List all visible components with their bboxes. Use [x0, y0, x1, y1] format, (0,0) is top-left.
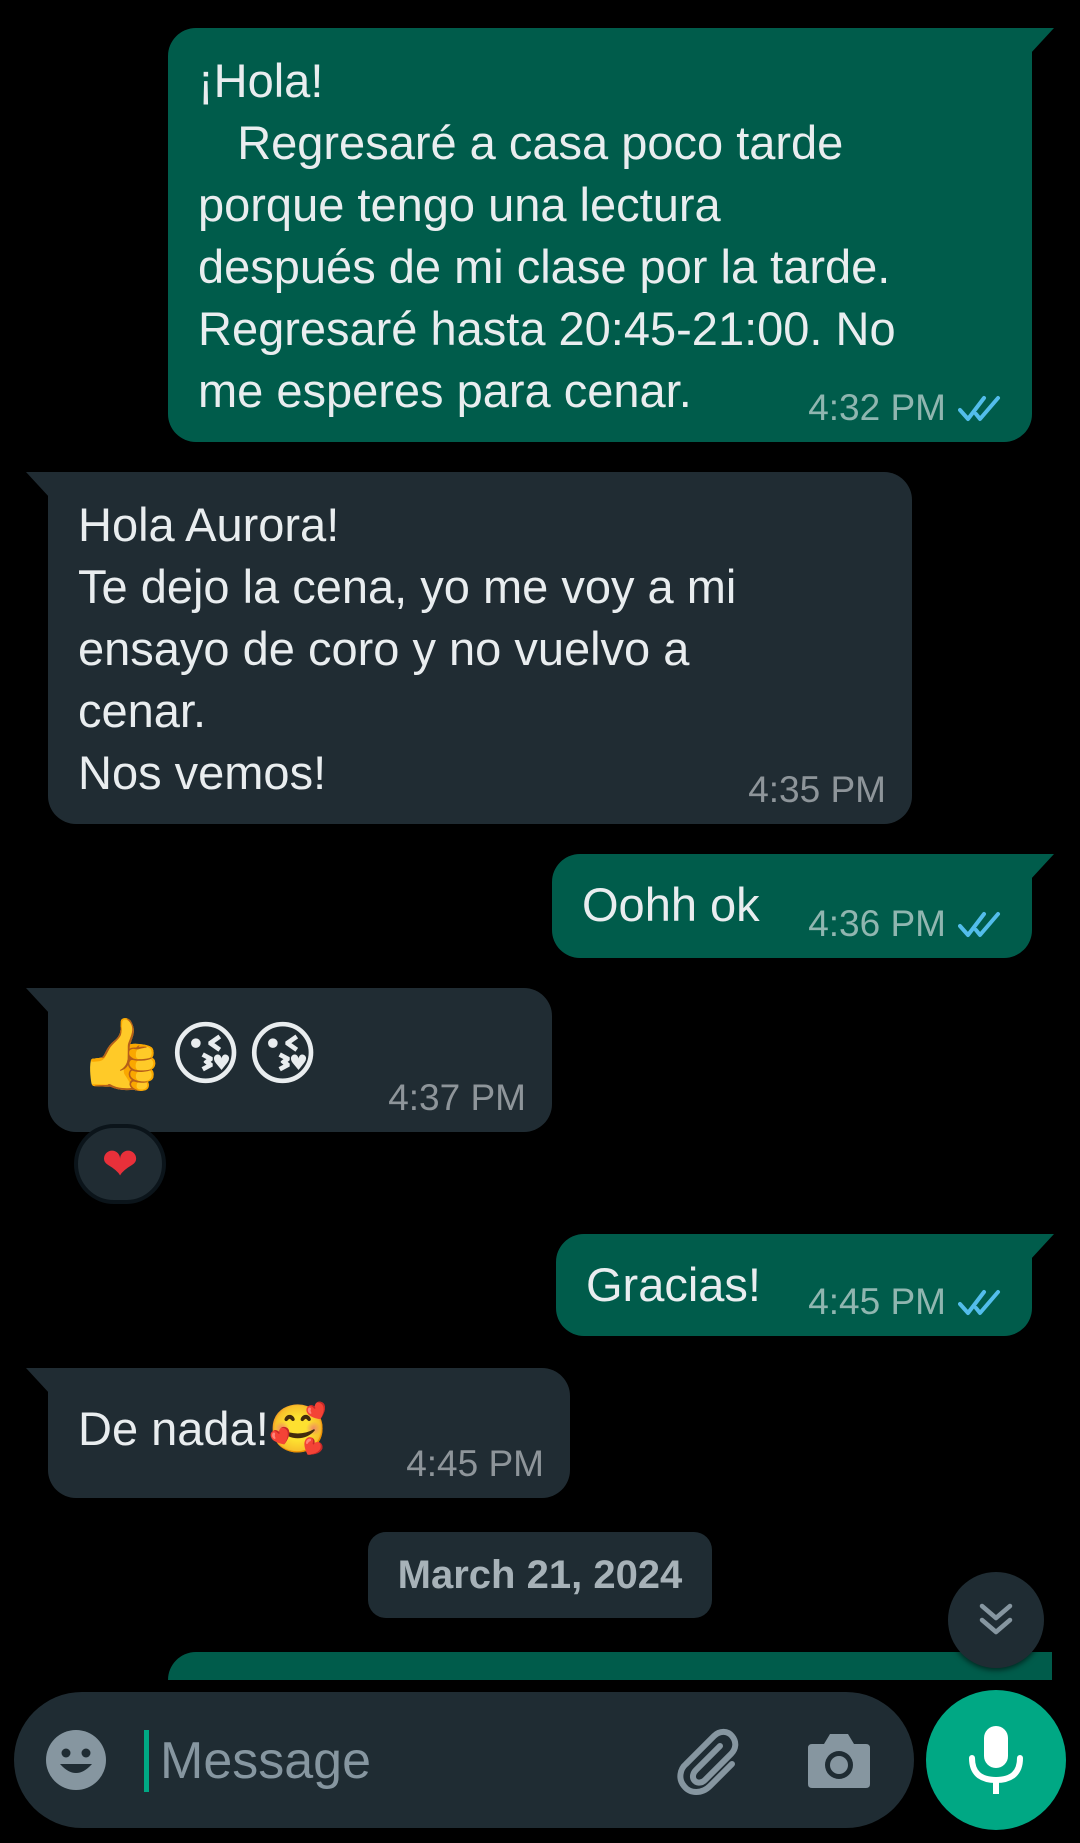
message-bubble-outgoing[interactable]: ¡Hola! Regresaré a casa poco tarde porqu…	[168, 28, 1054, 442]
message-text: ¡Hola! Regresaré a casa poco tarde porqu…	[198, 54, 896, 417]
message-time: 4:32 PM	[808, 387, 946, 428]
double-chevron-down-icon	[979, 1603, 1013, 1635]
text-caret	[144, 1730, 149, 1792]
message-meta: 4:37 PM	[388, 1078, 526, 1118]
chat-area[interactable]: ¡Hola! Regresaré a casa poco tarde porqu…	[0, 0, 1080, 1680]
emoji-icon[interactable]	[44, 1728, 108, 1792]
scroll-to-bottom-button[interactable]	[948, 1572, 1044, 1668]
message-meta: 4:36 PM	[808, 904, 1006, 944]
message-bubble-outgoing-partial[interactable]	[168, 1652, 1052, 1680]
message-bubble-incoming[interactable]: De nada!🥰 4:45 PM	[26, 1368, 570, 1498]
message-time: 4:45 PM	[808, 1281, 946, 1322]
message-bubble-incoming[interactable]: Hola Aurora! Te dejo la cena, yo me voy …	[26, 472, 912, 824]
message-composer: Message	[14, 1692, 914, 1828]
message-bubble-incoming[interactable]: 👍😘😘 4:37 PM	[26, 988, 552, 1132]
message-bubble-outgoing[interactable]: Gracias! 4:45 PM	[556, 1234, 1054, 1336]
voice-message-button[interactable]	[926, 1690, 1066, 1830]
message-bubble-outgoing[interactable]: Oohh ok 4:36 PM	[552, 854, 1054, 958]
paperclip-icon[interactable]	[674, 1724, 754, 1804]
message-meta: 4:32 PM	[808, 388, 1006, 428]
message-time: 4:36 PM	[808, 903, 946, 944]
message-time: 4:45 PM	[406, 1443, 544, 1484]
message-meta: 4:45 PM	[406, 1444, 544, 1484]
message-meta: 4:45 PM	[808, 1282, 1006, 1322]
double-check-icon	[958, 396, 1000, 421]
heart-reaction[interactable]: ❤	[74, 1124, 166, 1204]
camera-icon[interactable]	[804, 1728, 874, 1792]
message-input[interactable]: Message	[160, 1726, 640, 1796]
message-time: 4:37 PM	[388, 1077, 526, 1118]
double-check-icon	[958, 912, 1000, 937]
date-separator: March 21, 2024	[368, 1532, 712, 1618]
message-time: 4:35 PM	[748, 769, 886, 810]
message-text: Hola Aurora! Te dejo la cena, yo me voy …	[78, 498, 737, 799]
double-check-icon	[958, 1290, 1000, 1315]
message-meta: 4:35 PM	[748, 770, 886, 810]
microphone-icon	[969, 1726, 1023, 1794]
